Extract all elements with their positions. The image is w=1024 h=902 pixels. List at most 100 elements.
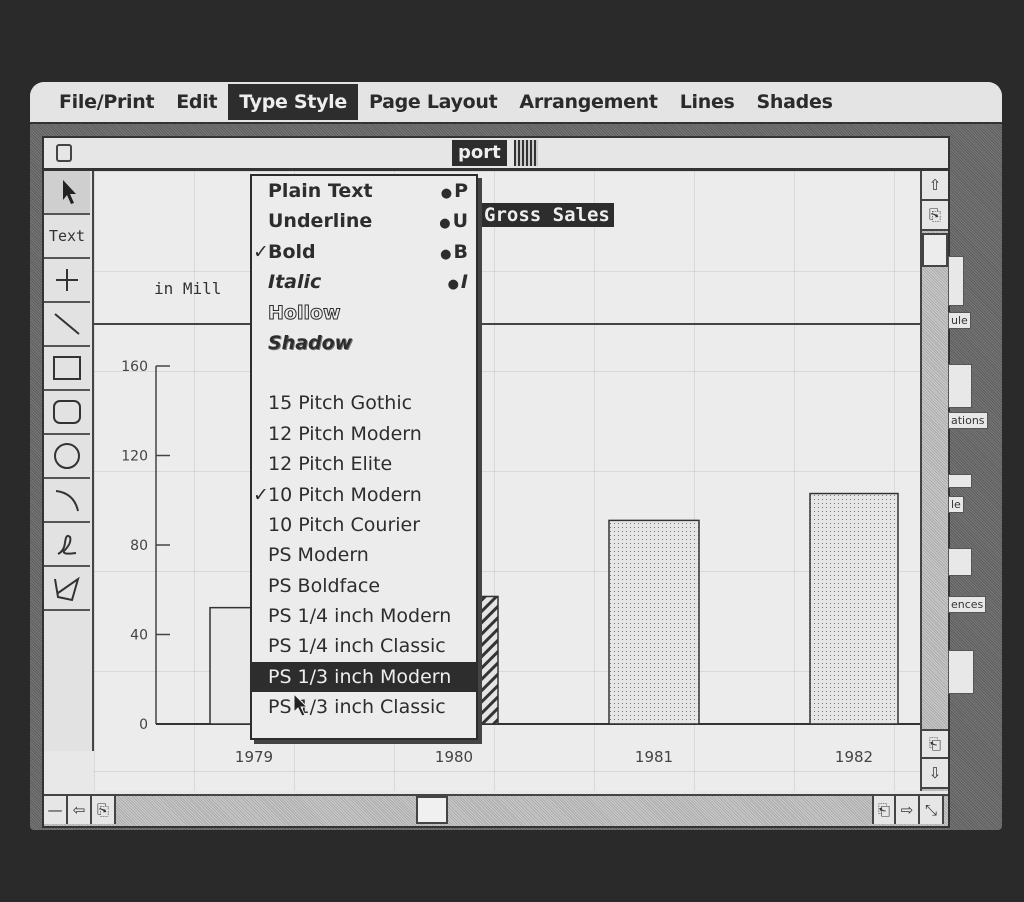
desktop-icon-doc-4[interactable]	[948, 548, 972, 576]
menu-item-bold[interactable]: ✓ Bold ● B	[252, 237, 476, 267]
shortcut-wrap: ● B	[440, 237, 468, 270]
page-right-button[interactable]: ⎗	[872, 796, 896, 824]
scroll-down-button[interactable]: ⇩	[922, 759, 948, 789]
scroll-down-arrow-icon: ⇩	[928, 764, 942, 782]
vertical-scroll-thumb[interactable]	[922, 233, 948, 267]
menu-file-print[interactable]: File/Print	[48, 84, 165, 120]
menu-item-ps-1-3-inch-classic[interactable]: ✓PS 1/3 inch Classic	[252, 692, 476, 722]
scroll-right-arrow-icon: ⇨	[900, 801, 914, 819]
arc-icon	[55, 490, 79, 512]
type-style-menu: ✓Plain Text●P✓Underline●U✓Bold●B✓Italic●…	[250, 174, 478, 740]
menu-page-layout[interactable]: Page Layout	[358, 84, 508, 120]
menu-shades[interactable]: Shades	[746, 84, 844, 120]
tool-line[interactable]	[44, 303, 90, 347]
oval-icon	[54, 443, 80, 469]
apple-key-shortcut: U	[452, 210, 468, 233]
menu-item-label: PS 1/4 inch Modern	[268, 605, 452, 628]
menu-item-shadow[interactable]: ✓Shadow	[252, 328, 476, 358]
rectangle-icon	[53, 356, 81, 380]
y-tick-label: 80	[130, 538, 148, 554]
menu-item-underline[interactable]: ✓Underline●U	[252, 206, 476, 236]
horizontal-scrollbar[interactable]: — ⇦ ⎘ ⎗ ⇨ ⤡	[44, 794, 948, 826]
desktop-icon-label-1[interactable]: ule	[948, 312, 971, 329]
x-tick-label: 1982	[835, 748, 873, 766]
menu-type-style[interactable]: Type Style	[228, 84, 358, 120]
menu-item-10-pitch-modern[interactable]: ✓ 10 Pitch Modern	[252, 480, 476, 510]
crosshair-icon	[56, 269, 78, 291]
lisa-screen: File/Print Edit Type Style Page Layout A…	[30, 82, 1002, 830]
window-title: port	[452, 140, 507, 166]
menu-item-hollow[interactable]: ✓Hollow	[252, 298, 476, 328]
tool-crosshair[interactable]	[44, 259, 90, 303]
menu-item-ps-1-4-inch-modern[interactable]: ✓PS 1/4 inch Modern	[252, 601, 476, 631]
tool-freehand[interactable]	[44, 523, 90, 567]
menu-item-10-pitch-courier[interactable]: ✓10 Pitch Courier	[252, 510, 476, 540]
horizontal-scroll-thumb[interactable]	[416, 796, 448, 824]
tool-arrow[interactable]	[44, 171, 90, 215]
menu-separator	[252, 358, 476, 388]
menu-item-12-pitch-modern[interactable]: ✓12 Pitch Modern	[252, 419, 476, 449]
tool-rectangle[interactable]	[44, 347, 90, 391]
page-down-button[interactable]: ⎗	[922, 729, 948, 759]
split-view-control[interactable]: —	[44, 796, 68, 824]
menu-item-label: Bold	[268, 240, 316, 263]
window-title-bar[interactable]: port	[44, 138, 948, 171]
x-tick-label: 1981	[635, 748, 673, 766]
scroll-left-arrow-icon: ⇦	[72, 801, 86, 819]
page-up-button[interactable]: ⎘	[922, 201, 948, 231]
desktop-icon-doc-3[interactable]	[948, 474, 972, 488]
vertical-scrollbar[interactable]: ⇧ ⎘ ⎗ ⇩	[920, 171, 948, 791]
close-box-icon[interactable]	[56, 144, 72, 162]
menu-item-ps-1-4-inch-classic[interactable]: ✓PS 1/4 inch Classic	[252, 631, 476, 661]
desktop-icon-label-3[interactable]: le	[948, 496, 964, 513]
menu-item-15-pitch-gothic[interactable]: ✓15 Pitch Gothic	[252, 388, 476, 418]
page-left-button[interactable]: ⎘	[92, 796, 116, 824]
menu-item-label: 10 Pitch Courier	[268, 513, 421, 536]
menu-item-ps-modern[interactable]: ✓PS Modern	[252, 540, 476, 570]
scroll-right-button[interactable]: ⇨	[896, 796, 920, 824]
bar-chart: 040801201601979198019811982Fiscal Year	[121, 359, 920, 766]
document-window: port Text Gross Sales in Mill 0 40 80 12…	[42, 136, 950, 828]
tool-text[interactable]: Text	[44, 215, 90, 259]
menu-item-label: Underline	[268, 210, 373, 233]
page-down-icon: ⎗	[928, 735, 941, 753]
size-box[interactable]: ⤡	[920, 796, 944, 824]
tool-oval[interactable]	[44, 435, 90, 479]
scroll-up-arrow-icon: ⇧	[928, 176, 942, 194]
title-stripes	[514, 140, 538, 166]
bar-1982	[809, 492, 899, 725]
menu-lines[interactable]: Lines	[669, 84, 746, 120]
menu-item-italic[interactable]: ✓Italic●I	[252, 267, 476, 297]
desktop-icon-doc-1[interactable]	[948, 256, 964, 306]
scroll-left-button[interactable]: ⇦	[68, 796, 92, 824]
menu-edit[interactable]: Edit	[165, 84, 228, 120]
tool-polygon[interactable]	[44, 567, 90, 611]
x-tick-label: 1980	[435, 748, 473, 766]
desktop-icon-doc-2[interactable]	[948, 364, 972, 408]
y-tick-label: 160	[121, 359, 148, 375]
menu-item-label: PS Modern	[268, 544, 369, 567]
menu-item-plain-text[interactable]: ✓Plain Text●P	[252, 176, 476, 206]
checkmark-icon: ✓	[253, 483, 269, 506]
menu-item-12-pitch-elite[interactable]: ✓12 Pitch Elite	[252, 449, 476, 479]
apple-key-shortcut: P	[454, 180, 468, 202]
mouse-pointer-icon	[293, 692, 309, 717]
menu-item-label: PS Boldface	[268, 574, 381, 597]
tool-rounded-rectangle[interactable]	[44, 391, 90, 435]
scroll-up-button[interactable]: ⇧	[922, 171, 948, 201]
desktop-icon-label-2[interactable]: ations	[948, 412, 988, 429]
desktop-icon-label-4[interactable]: ences	[948, 596, 987, 613]
page-right-icon: ⎗	[877, 801, 890, 819]
page-left-icon: ⎘	[96, 801, 109, 819]
apple-key-shortcut: B	[453, 240, 468, 263]
polygon-icon	[54, 576, 80, 602]
desktop-icon-wastebasket[interactable]	[948, 650, 974, 694]
menu-item-ps-boldface[interactable]: ✓PS Boldface	[252, 571, 476, 601]
menu-arrangement[interactable]: Arrangement	[508, 84, 668, 120]
checkmark-icon: ✓	[253, 240, 269, 263]
tool-arc[interactable]	[44, 479, 90, 523]
menu-item-ps-1-3-inch-modern[interactable]: ✓PS 1/3 inch Modern	[252, 661, 476, 693]
apple-key-shortcut: I	[460, 271, 468, 294]
menu-item-label: Italic	[268, 271, 322, 294]
chart-canvas[interactable]: Gross Sales in Mill 0 40 80 120 160 1979…	[94, 171, 920, 791]
